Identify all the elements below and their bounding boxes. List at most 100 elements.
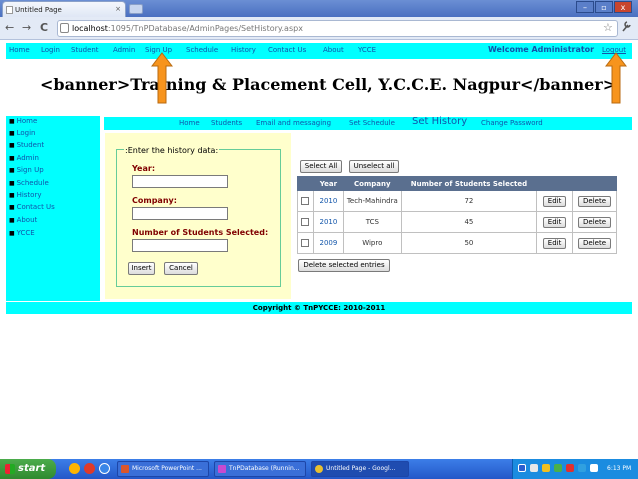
sidebar-item-history[interactable]: History [9, 191, 42, 199]
visual-studio-icon [218, 465, 226, 473]
sidebar-item-home[interactable]: Home [9, 117, 38, 125]
start-label: start [18, 463, 46, 474]
task-label: Untitled Page - Googl... [326, 465, 396, 472]
insert-button[interactable]: Insert [128, 262, 155, 275]
topnav-student[interactable]: Student [71, 46, 99, 54]
copyright-footer: Copyright © TnPYCCE: 2010-2011 [6, 302, 632, 314]
students-selected-input[interactable] [132, 239, 228, 252]
col-company: Company [342, 176, 402, 191]
arrow-up-icon [605, 52, 627, 104]
wrench-menu-icon[interactable] [621, 21, 631, 35]
delete-button[interactable]: Delete [578, 237, 612, 249]
sidebar-item-admin[interactable]: Admin [9, 154, 39, 162]
page-icon [60, 23, 69, 33]
subnav-home[interactable]: Home [179, 119, 200, 127]
col-students-selected: Number of Students Selected [400, 176, 538, 191]
address-host: localhost [72, 24, 108, 33]
sidebar-item-ycce[interactable]: YCCE [9, 229, 35, 237]
sidebar-item-contact-us[interactable]: Contact Us [9, 203, 55, 211]
taskbar-item-tnpdatabase[interactable]: TnPDatabase (Runnin... [214, 461, 306, 477]
col-delete [572, 176, 617, 191]
back-icon[interactable]: ← [5, 21, 14, 34]
subnav-set-schedule[interactable]: Set Schedule [349, 119, 395, 127]
edit-button[interactable]: Edit [542, 195, 567, 207]
window-close-button[interactable]: x [614, 1, 632, 13]
sidebar-item-student[interactable]: Student [9, 141, 45, 149]
delete-selected-button[interactable]: Delete selected entries [298, 259, 390, 272]
table-row: 2010 Tech-Mahindra 72 Edit Delete [297, 190, 617, 212]
tray-icon[interactable] [554, 464, 562, 472]
topnav-about[interactable]: About [323, 46, 344, 54]
sidebar-item-login[interactable]: Login [9, 129, 36, 137]
delete-button[interactable]: Delete [578, 216, 612, 228]
task-label: Microsoft PowerPoint ... [132, 465, 202, 472]
company-label: Company: [132, 196, 177, 205]
topnav-schedule[interactable]: Schedule [186, 46, 218, 54]
browser-tab[interactable]: Untitled Page × [2, 1, 126, 17]
chrome-icon [315, 465, 323, 473]
row-checkbox[interactable] [301, 197, 310, 205]
subnav-change-password[interactable]: Change Password [481, 119, 543, 127]
tab-close-icon[interactable]: × [115, 5, 121, 13]
taskbar-clock: 6:13 PM [607, 465, 632, 472]
table-row: 2010 TCS 45 Edit Delete [297, 211, 617, 233]
quicklaunch-icon[interactable] [69, 463, 80, 474]
topnav-history[interactable]: History [231, 46, 256, 54]
welcome-message: Welcome Administrator [488, 45, 595, 54]
row-company: TCS [342, 211, 402, 233]
maximize-button[interactable]: ▫ [595, 1, 613, 13]
banner-heading: <banner>Training & Placement Cell, Y.C.C… [40, 75, 617, 94]
subnav-email[interactable]: Email and messaging [256, 119, 331, 127]
topnav-ycce[interactable]: YCCE [358, 46, 376, 54]
topnav-home[interactable]: Home [9, 46, 30, 54]
powerpoint-icon [121, 465, 129, 473]
row-count: 72 [400, 190, 538, 212]
tray-icon[interactable] [542, 464, 550, 472]
topnav-login[interactable]: Login [41, 46, 60, 54]
subnav-set-history[interactable]: Set History [412, 116, 467, 127]
col-year: Year [312, 176, 344, 191]
row-year: 2010 [312, 190, 344, 212]
quicklaunch-icon[interactable] [99, 463, 110, 474]
edit-button[interactable]: Edit [542, 237, 567, 249]
bookmark-star-icon[interactable]: ☆ [603, 21, 613, 34]
delete-button[interactable]: Delete [578, 195, 612, 207]
col-edit [536, 176, 574, 191]
forward-icon[interactable]: → [22, 21, 31, 34]
tab-title: Untitled Page [15, 6, 62, 14]
taskbar-item-chrome[interactable]: Untitled Page - Googl... [311, 461, 409, 477]
year-input[interactable] [132, 175, 228, 188]
page-favicon-icon [6, 6, 13, 14]
select-all-button[interactable]: Select All [300, 160, 342, 173]
tray-icon[interactable] [518, 464, 526, 472]
edit-button[interactable]: Edit [542, 216, 567, 228]
sidebar-item-sign-up[interactable]: Sign Up [9, 166, 44, 174]
start-button[interactable]: start [0, 459, 56, 479]
subnav-students[interactable]: Students [211, 119, 242, 127]
new-tab-button[interactable] [129, 4, 143, 14]
unselect-all-button[interactable]: Unselect all [349, 160, 399, 173]
col-select [297, 176, 314, 191]
topnav-admin[interactable]: Admin [113, 46, 135, 54]
row-count: 50 [400, 232, 538, 254]
cancel-button[interactable]: Cancel [164, 262, 198, 275]
minimize-button[interactable]: – [576, 1, 594, 13]
tray-icon[interactable] [590, 464, 598, 472]
fieldset-legend: :Enter the history data: [124, 146, 220, 155]
quicklaunch-icon[interactable] [84, 463, 95, 474]
windows-flag-icon [5, 464, 15, 474]
sidebar-item-schedule[interactable]: Schedule [9, 179, 49, 187]
taskbar-item-powerpoint[interactable]: Microsoft PowerPoint ... [117, 461, 209, 477]
students-selected-label: Number of Students Selected: [132, 228, 269, 237]
sidebar-item-about[interactable]: About [9, 216, 38, 224]
row-checkbox[interactable] [301, 239, 310, 247]
address-bar[interactable]: localhost:1095/TnPDatabase/AdminPages/Se… [57, 20, 618, 37]
reload-icon[interactable]: C [40, 21, 48, 34]
tray-icon[interactable] [530, 464, 538, 472]
row-year: 2010 [312, 211, 344, 233]
company-input[interactable] [132, 207, 228, 220]
row-checkbox[interactable] [301, 218, 310, 226]
topnav-contact-us[interactable]: Contact Us [268, 46, 306, 54]
tray-icon[interactable] [578, 464, 586, 472]
tray-icon[interactable] [566, 464, 574, 472]
